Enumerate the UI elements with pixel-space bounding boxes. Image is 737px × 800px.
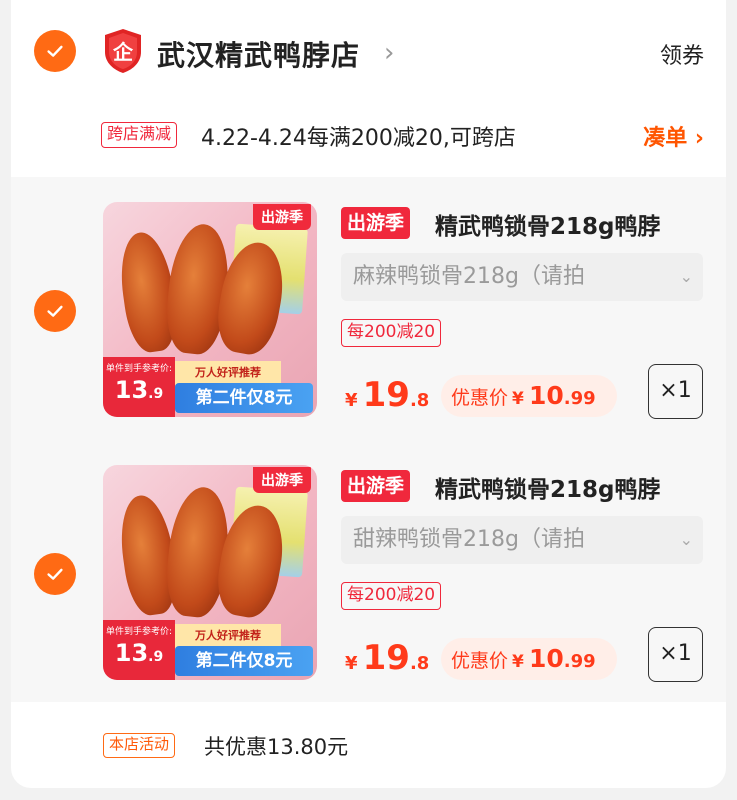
image-ref-price: 单件到手参考价: 13.9 <box>103 357 175 417</box>
store-activity-row: 本店活动 共优惠13.80元 <box>11 715 726 775</box>
deal-price-badge: 优惠价 ¥ 10.99 <box>441 375 617 417</box>
add-items-link[interactable]: 凑单 › <box>643 120 704 152</box>
promo-text: 4.22-4.24每满200减20,可跨店 <box>201 126 516 151</box>
product-price: ¥ 19.8 <box>345 638 429 678</box>
deal-price-badge: 优惠价 ¥ 10.99 <box>441 638 617 680</box>
chevron-right-icon[interactable]: › <box>384 38 394 68</box>
image-price-int: 13 <box>114 376 149 404</box>
chevron-down-icon: ⌄ <box>679 267 693 286</box>
shop-logo-char: 企 <box>113 40 133 64</box>
cart-item: 出游季 单件到手参考价: 13.9 万人好评推荐 第二件仅8元 出游季 精武鸭锁… <box>11 177 726 439</box>
image-price-note: 单件到手参考价: <box>105 364 173 374</box>
product-title[interactable]: 精武鸭锁骨218g鸭脖 <box>435 470 660 504</box>
check-icon <box>47 568 63 580</box>
price-currency: ¥ <box>345 653 358 674</box>
coupon-button[interactable]: 领券 <box>660 38 704 70</box>
cart-item: 出游季 单件到手参考价: 13.9 万人好评推荐 第二件仅8元 出游季 精武鸭锁… <box>11 440 726 702</box>
price-int: 19 <box>362 375 410 415</box>
product-price: ¥ 19.8 <box>345 375 429 415</box>
deal-label: 优惠价 <box>451 650 509 672</box>
item-select-checkbox[interactable] <box>34 290 76 332</box>
sku-selector[interactable]: 麻辣鸭锁骨218g（请拍 ⌄ <box>341 253 703 301</box>
check-icon <box>47 305 63 317</box>
image-offer-text: 第二件仅8元 <box>175 383 313 413</box>
shop-cart-card: 企 武汉精武鸭脖店 › 领券 跨店满减 4.22-4.24每满200减20,可跨… <box>11 0 726 788</box>
sku-text: 麻辣鸭锁骨218g（请拍 <box>353 264 585 289</box>
check-icon <box>47 45 63 57</box>
image-review-note: 万人好评推荐 <box>175 361 281 385</box>
deal-int: 10 <box>528 381 564 410</box>
deal-dec: .99 <box>563 651 596 672</box>
product-title[interactable]: 精武鸭锁骨218g鸭脖 <box>435 207 660 241</box>
deal-dec: .99 <box>563 388 596 409</box>
image-offer-text: 第二件仅8元 <box>175 646 313 676</box>
price-dec: .8 <box>409 390 430 411</box>
image-price-note: 单件到手参考价: <box>105 627 173 637</box>
shop-name[interactable]: 武汉精武鸭脖店 <box>157 34 360 74</box>
product-image[interactable]: 出游季 单件到手参考价: 13.9 万人好评推荐 第二件仅8元 <box>103 465 317 680</box>
promo-row: 跨店满减 4.22-4.24每满200减20,可跨店 凑单 › <box>11 108 726 168</box>
season-tag: 出游季 <box>341 470 411 502</box>
price-int: 19 <box>362 638 410 678</box>
deal-label: 优惠价 <box>451 387 509 409</box>
price-currency: ¥ <box>345 390 358 411</box>
chevron-down-icon: ⌄ <box>679 530 693 549</box>
image-season-badge: 出游季 <box>253 467 311 493</box>
shop-select-checkbox[interactable] <box>34 30 76 72</box>
deal-currency: ¥ <box>512 652 524 672</box>
image-ref-price: 单件到手参考价: 13.9 <box>103 620 175 680</box>
image-price-dec: .9 <box>148 386 164 402</box>
shop-logo-icon: 企 <box>103 28 143 74</box>
cross-store-discount-badge: 跨店满减 <box>101 122 178 148</box>
deal-int: 10 <box>528 644 564 673</box>
image-price-int: 13 <box>114 639 149 667</box>
item-select-checkbox[interactable] <box>34 553 76 595</box>
image-price-strip: 单件到手参考价: 13.9 万人好评推荐 第二件仅8元 <box>103 620 317 680</box>
image-review-note: 万人好评推荐 <box>175 624 281 648</box>
quantity-stepper[interactable]: ×1 <box>648 627 703 682</box>
price-dec: .8 <box>409 653 430 674</box>
discount-tag: 每200减20 <box>341 582 442 610</box>
quantity-stepper[interactable]: ×1 <box>648 364 703 419</box>
image-season-badge: 出游季 <box>253 204 311 230</box>
season-tag: 出游季 <box>341 207 411 239</box>
sku-selector[interactable]: 甜辣鸭锁骨218g（请拍 ⌄ <box>341 516 703 564</box>
image-price-strip: 单件到手参考价: 13.9 万人好评推荐 第二件仅8元 <box>103 357 317 417</box>
store-activity-badge: 本店活动 <box>103 733 176 758</box>
sku-text: 甜辣鸭锁骨218g（请拍 <box>353 527 585 552</box>
image-price-dec: .9 <box>148 649 164 665</box>
total-savings: 共优惠13.80元 <box>204 735 349 759</box>
item-list: 出游季 单件到手参考价: 13.9 万人好评推荐 第二件仅8元 出游季 精武鸭锁… <box>11 177 726 702</box>
deal-currency: ¥ <box>512 389 524 409</box>
discount-tag: 每200减20 <box>341 319 442 347</box>
shop-header: 企 武汉精武鸭脖店 › 领券 <box>11 0 726 105</box>
product-image[interactable]: 出游季 单件到手参考价: 13.9 万人好评推荐 第二件仅8元 <box>103 202 317 417</box>
